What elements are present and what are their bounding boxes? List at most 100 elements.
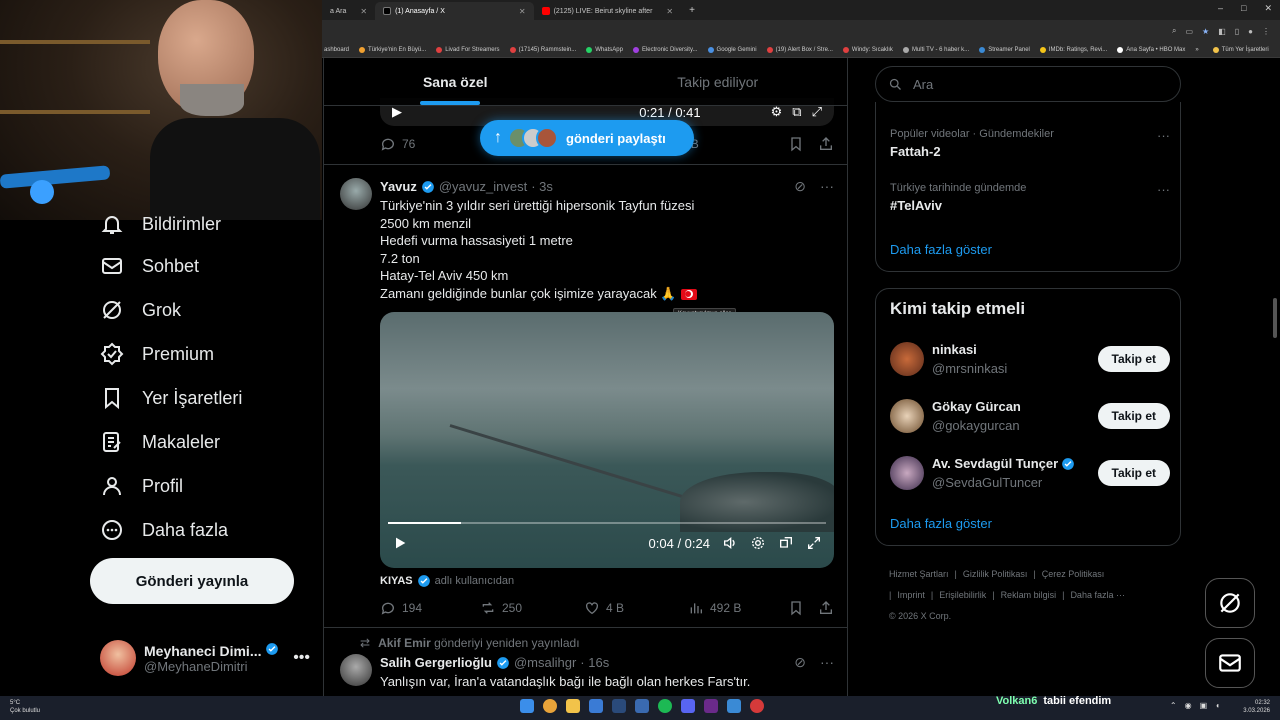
bookmark-item[interactable]: Türkiye'nin En Büyü... <box>359 46 426 53</box>
footer-link[interactable]: Reklam bilgisi <box>1001 590 1057 600</box>
nav-grok[interactable]: Grok <box>100 298 181 322</box>
browser-tab[interactable]: a Ara ✕ <box>322 2 375 20</box>
settings-icon[interactable] <box>750 535 766 551</box>
more-icon[interactable]: ··· <box>820 178 834 195</box>
search-input[interactable]: Ara <box>875 66 1181 102</box>
fullscreen-icon[interactable]: ⤢ <box>812 104 822 120</box>
post-video[interactable]: 0:04 / 0:24 <box>380 312 834 568</box>
bookmark-item[interactable]: Google Gemini <box>707 46 757 53</box>
browser-tab[interactable]: (2125) LIVE: Beirut skyline after ✕ <box>534 2 682 20</box>
footer-link[interactable]: Hizmet Şartları <box>889 569 949 579</box>
more-icon[interactable]: ··· <box>1157 182 1170 197</box>
more-icon[interactable]: ··· <box>820 654 834 671</box>
bookmark-item[interactable]: Windy: Sıcaklık <box>842 46 893 53</box>
app-icon[interactable] <box>727 699 741 713</box>
like-button[interactable]: 4 B <box>584 600 688 616</box>
address-bar[interactable]: ⌕ ▭ ★ ◧ ▯ ● ⋮ <box>322 20 1280 42</box>
avatar[interactable] <box>340 654 372 686</box>
close-icon[interactable]: ✕ <box>666 7 673 16</box>
show-more-link[interactable]: Daha fazla göster <box>890 516 992 531</box>
footer-link[interactable]: © 2026 X Corp. <box>889 611 951 621</box>
discord-icon[interactable] <box>681 699 695 713</box>
start-icon[interactable] <box>520 699 534 713</box>
messages-fab-button[interactable] <box>1205 638 1255 688</box>
bookmark-icon[interactable] <box>788 136 804 152</box>
menu-icon[interactable]: ⋮ <box>1262 27 1270 36</box>
volume-icon[interactable] <box>722 535 738 551</box>
trend-item[interactable]: Popüler videolar · Gündemdekiler Fattah-… <box>890 128 1170 159</box>
more-icon[interactable]: ••• <box>293 649 310 667</box>
avatar[interactable] <box>340 178 372 210</box>
bookmark-item[interactable]: IMDb: Ratings, Revi... <box>1039 46 1107 53</box>
tab-following[interactable]: Takip ediliyor <box>587 58 848 105</box>
views-button[interactable]: 492 B <box>688 600 741 616</box>
nav-articles[interactable]: Makaleler <box>100 430 220 454</box>
close-icon[interactable]: ✕ <box>360 7 367 16</box>
maximize-button[interactable]: □ <box>1241 3 1246 14</box>
bookmark-item[interactable]: (19) Alert Box / Stre... <box>766 46 833 53</box>
close-window-button[interactable]: ✕ <box>1264 3 1272 14</box>
bookmark-item[interactable]: Streamer Panel <box>979 46 1030 53</box>
new-tab-button[interactable]: + <box>681 5 703 20</box>
author-name[interactable]: Yavuz <box>380 179 417 194</box>
footer-link[interactable]: Imprint <box>897 590 925 600</box>
nav-bookmarks[interactable]: Yer İşaretleri <box>100 386 242 410</box>
clock[interactable]: 02:32 3.03.2026 <box>1243 699 1270 715</box>
share-icon[interactable] <box>818 600 834 616</box>
obs-icon[interactable] <box>750 699 764 713</box>
spotify-icon[interactable] <box>658 699 672 713</box>
play-icon[interactable]: ▶ <box>392 104 402 120</box>
zoom-icon[interactable]: ⌕ <box>1172 26 1176 36</box>
app-icon[interactable] <box>589 699 603 713</box>
fullscreen-icon[interactable] <box>806 535 822 551</box>
footer-link[interactable]: Gizlilik Politikası <box>963 569 1028 579</box>
profile-icon[interactable]: ● <box>1248 27 1253 36</box>
nav-notifications[interactable]: Bildirimler <box>100 212 221 236</box>
pip-icon[interactable]: ⧉ <box>792 104 801 120</box>
share-icon[interactable] <box>818 136 834 152</box>
scrollbar[interactable] <box>1273 298 1277 338</box>
bookmark-item[interactable]: (17145) Rammstein... <box>509 46 576 53</box>
bookmark-item[interactable]: Tüm Yer İşaretleri <box>1212 46 1269 53</box>
post-time[interactable]: · 3s <box>531 179 553 194</box>
network-icon[interactable]: ▣ <box>1200 701 1208 710</box>
account-switcher[interactable]: Meyhaneci Dimi... @MeyhaneDimitri ••• <box>100 638 310 678</box>
steam-icon[interactable] <box>612 699 626 713</box>
extensions-icon[interactable]: ◧ <box>1218 27 1226 36</box>
settings-icon[interactable]: ⚙ <box>771 104 783 120</box>
pip-icon[interactable] <box>778 535 794 551</box>
author-handle[interactable]: @msalihgr <box>514 655 576 670</box>
bookmark-item[interactable]: Ana Sayfa • HBO Max <box>1117 46 1185 53</box>
chevron-up-icon[interactable]: ⌃ <box>1170 701 1177 710</box>
app-icon[interactable] <box>635 699 649 713</box>
author-handle[interactable]: @yavuz_invest <box>439 179 527 194</box>
bookmark-icon[interactable] <box>788 600 804 616</box>
close-icon[interactable]: ✕ <box>519 7 526 16</box>
more-icon[interactable]: ··· <box>1157 128 1170 143</box>
bookmark-item[interactable]: » <box>1195 47 1198 53</box>
sidepanel-icon[interactable]: ▯ <box>1235 27 1239 36</box>
cast-icon[interactable]: ▭ <box>1185 27 1193 36</box>
chrome-icon[interactable] <box>543 699 557 713</box>
minimize-button[interactable]: – <box>1218 3 1223 14</box>
grok-icon[interactable]: ⊘ <box>794 178 806 195</box>
suggested-user[interactable]: ninkasi @mrsninkasi Takip et <box>890 339 1170 379</box>
footer-link[interactable]: Daha fazla ··· <box>1070 590 1125 600</box>
nav-more[interactable]: Daha fazla <box>100 518 228 542</box>
nav-chat[interactable]: Sohbet <box>100 254 199 278</box>
trend-item[interactable]: Türkiye tarihinde gündemde #TelAviv ··· <box>890 182 1170 213</box>
grok-icon[interactable]: ⊘ <box>794 654 806 671</box>
weather-widget[interactable]: 5°C Çok bulutlu <box>10 699 40 715</box>
folder-icon[interactable] <box>566 699 580 713</box>
volume-icon[interactable]: ◖ <box>1215 701 1220 710</box>
post-button[interactable]: Gönderi yayınla <box>90 558 294 604</box>
grok-fab-button[interactable] <box>1205 578 1255 628</box>
post-time[interactable]: · 16s <box>580 655 609 670</box>
bookmark-item[interactable]: WhatsApp <box>586 46 623 53</box>
play-icon[interactable] <box>392 535 408 551</box>
bookmark-item[interactable]: Multi TV - 6 haber k... <box>902 46 969 53</box>
show-more-link[interactable]: Daha fazla göster <box>890 242 992 257</box>
new-posts-pill[interactable]: ↑ gönderi paylaştı <box>480 120 694 156</box>
repost-button[interactable]: 250 <box>480 600 584 616</box>
suggested-user[interactable]: Av. Sevdagül Tunçer @SevdaGulTuncer Taki… <box>890 453 1170 493</box>
